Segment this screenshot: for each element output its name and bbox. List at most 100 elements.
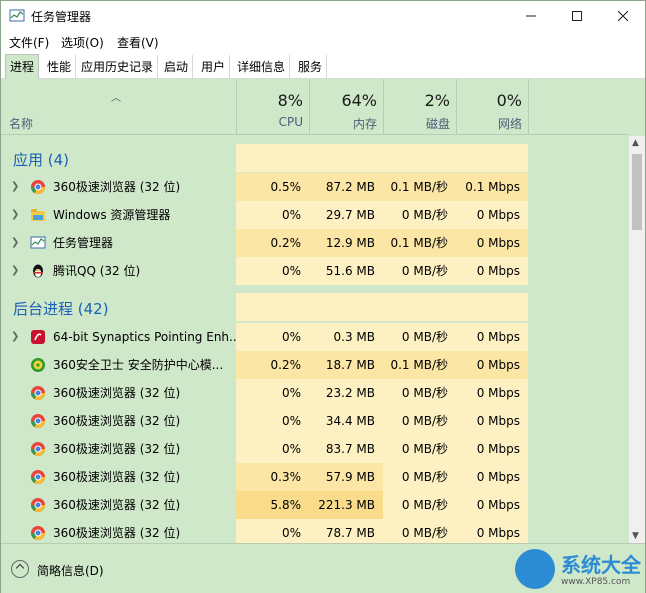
vertical-scrollbar[interactable]: ▲ ▼: [629, 136, 645, 543]
watermark-url: www.XP85.com: [561, 577, 631, 587]
cpu-label: CPU: [278, 115, 303, 129]
process-cpu: 0%: [236, 435, 309, 463]
process-row[interactable]: ❯ 360极速浏览器 (32 位) 0.5% 87.2 MB 0.1 MB/秒 …: [1, 173, 629, 201]
process-network: 0 Mbps: [456, 435, 528, 463]
process-cpu: 0%: [236, 379, 309, 407]
process-network: 0 Mbps: [456, 323, 528, 351]
process-row[interactable]: 360极速浏览器 (32 位) 0% 78.7 MB 0 MB/秒 0 Mbps: [1, 519, 629, 543]
expand-chevron-icon[interactable]: ❯: [11, 265, 19, 276]
process-disk: 0 MB/秒: [383, 379, 456, 407]
qq-penguin-icon: [33, 264, 43, 278]
tab-app-history[interactable]: 应用历史记录: [77, 55, 159, 79]
column-name[interactable]: 名称: [9, 115, 33, 132]
menu-options[interactable]: 选项(O): [61, 34, 104, 51]
process-row[interactable]: 360安全卫士 安全防护中心模... 0.2% 18.7 MB 0.1 MB/秒…: [1, 351, 629, 379]
close-button[interactable]: [600, 1, 646, 31]
process-network: 0 Mbps: [456, 351, 528, 379]
process-cpu: 0%: [236, 519, 309, 543]
browser-360-icon: [31, 470, 45, 484]
process-row[interactable]: ❯ 64-bit Synaptics Pointing Enh... 0% 0.…: [1, 323, 629, 351]
task-manager-app-icon: [9, 9, 25, 22]
scroll-up-arrow-icon[interactable]: ▲: [632, 138, 639, 148]
process-row[interactable]: 360极速浏览器 (32 位) 0% 23.2 MB 0 MB/秒 0 Mbps: [1, 379, 629, 407]
task-manager-icon: [30, 236, 46, 249]
network-total: 0%: [496, 91, 522, 110]
process-memory: 83.7 MB: [309, 435, 383, 463]
column-network[interactable]: 0% 网络: [456, 79, 529, 135]
process-network: 0 Mbps: [456, 229, 528, 257]
expand-chevron-icon[interactable]: ❯: [11, 331, 19, 342]
process-row[interactable]: 360极速浏览器 (32 位) 0% 34.4 MB 0 MB/秒 0 Mbps: [1, 407, 629, 435]
browser-360-icon: [31, 442, 45, 456]
fewer-details-button[interactable]: 简略信息(D): [37, 562, 104, 579]
column-disk[interactable]: 2% 磁盘: [383, 79, 456, 135]
process-disk: 0 MB/秒: [383, 491, 456, 519]
expand-chevron-icon[interactable]: ❯: [11, 181, 19, 192]
process-name: 360极速浏览器 (32 位): [53, 414, 181, 428]
process-row[interactable]: 360极速浏览器 (32 位) 5.8% 221.3 MB 0 MB/秒 0 M…: [1, 491, 629, 519]
maximize-button[interactable]: [554, 1, 600, 31]
process-disk: 0.1 MB/秒: [383, 173, 456, 201]
scroll-down-arrow-icon[interactable]: ▼: [632, 531, 639, 541]
tab-processes[interactable]: 进程: [5, 54, 40, 80]
process-name: 360安全卫士 安全防护中心模...: [53, 358, 224, 372]
process-disk: 0 MB/秒: [383, 435, 456, 463]
process-memory: 57.9 MB: [309, 463, 383, 491]
process-name: 360极速浏览器 (32 位): [53, 442, 181, 456]
menu-file[interactable]: 文件(F): [9, 34, 49, 51]
process-name: 360极速浏览器 (32 位): [53, 470, 181, 484]
tab-users[interactable]: 用户: [197, 55, 231, 79]
column-cpu[interactable]: 8% CPU: [236, 79, 309, 135]
process-row[interactable]: ❯ 腾讯QQ (32 位) 0% 51.6 MB 0 MB/秒 0 Mbps: [1, 257, 629, 285]
title-bar: 任务管理器: [1, 1, 645, 31]
expand-chevron-icon[interactable]: ❯: [11, 237, 19, 248]
tab-bar: 进程 性能 应用历史记录 启动 用户 详细信息 服务: [1, 53, 645, 80]
menu-view[interactable]: 查看(V): [117, 34, 159, 51]
process-name: 360极速浏览器 (32 位): [53, 526, 181, 540]
process-disk: 0.1 MB/秒: [383, 351, 456, 379]
maximize-icon: [572, 11, 582, 21]
process-memory: 78.7 MB: [309, 519, 383, 543]
360-safe-guard-icon: [31, 358, 45, 372]
process-network: 0.1 Mbps: [456, 173, 528, 201]
process-cpu: 0.5%: [236, 173, 309, 201]
process-disk: 0 MB/秒: [383, 519, 456, 543]
browser-360-icon: [31, 526, 45, 540]
synaptics-icon: [31, 330, 45, 344]
process-network: 0 Mbps: [456, 463, 528, 491]
process-cpu: 0%: [236, 407, 309, 435]
tab-services[interactable]: 服务: [294, 55, 328, 79]
process-memory: 221.3 MB: [309, 491, 383, 519]
group-header-background: 后台进程 (42): [1, 293, 629, 321]
process-row[interactable]: 360极速浏览器 (32 位) 0% 83.7 MB 0 MB/秒 0 Mbps: [1, 435, 629, 463]
process-disk: 0 MB/秒: [383, 463, 456, 491]
browser-360-icon: [31, 386, 45, 400]
expand-chevron-icon[interactable]: ❯: [11, 209, 19, 220]
process-name: 64-bit Synaptics Pointing Enh...: [53, 330, 241, 344]
process-row[interactable]: 360极速浏览器 (32 位) 0.3% 57.9 MB 0 MB/秒 0 Mb…: [1, 463, 629, 491]
collapse-up-icon[interactable]: [11, 560, 29, 578]
process-row[interactable]: ❯ 任务管理器 0.2% 12.9 MB 0.1 MB/秒 0 Mbps: [1, 229, 629, 257]
process-disk: 0 MB/秒: [383, 407, 456, 435]
process-disk: 0 MB/秒: [383, 201, 456, 229]
disk-label: 磁盘: [425, 117, 450, 131]
memory-total: 64%: [341, 91, 377, 110]
close-icon: [618, 11, 628, 21]
process-memory: 34.4 MB: [309, 407, 383, 435]
column-header: ︿ 名称 8% CPU 64% 内存 2% 磁盘 0% 网络: [1, 79, 629, 135]
process-name: Windows 资源管理器: [53, 208, 171, 222]
process-network: 0 Mbps: [456, 491, 528, 519]
column-memory[interactable]: 64% 内存: [309, 79, 383, 135]
scroll-thumb[interactable]: [632, 154, 642, 230]
task-manager-window: 任务管理器 文件(F) 选项(O) 查看(V) 进程 性能 应用历史记录 启动 …: [0, 0, 646, 593]
process-cpu: 0.2%: [236, 351, 309, 379]
process-network: 0 Mbps: [456, 201, 528, 229]
minimize-button[interactable]: [508, 1, 554, 31]
process-row[interactable]: ❯ Windows 资源管理器 0% 29.7 MB 0 MB/秒 0 Mbps: [1, 201, 629, 229]
tab-startup[interactable]: 启动: [160, 55, 194, 79]
tab-details[interactable]: 详细信息: [233, 55, 291, 79]
tab-performance[interactable]: 性能: [43, 55, 77, 79]
process-list: 应用 (4) ❯ 360极速浏览器 (32 位) 0.5% 87.2 MB 0.…: [1, 136, 629, 543]
watermark-logo-icon: [515, 549, 555, 589]
process-disk: 0 MB/秒: [383, 323, 456, 351]
